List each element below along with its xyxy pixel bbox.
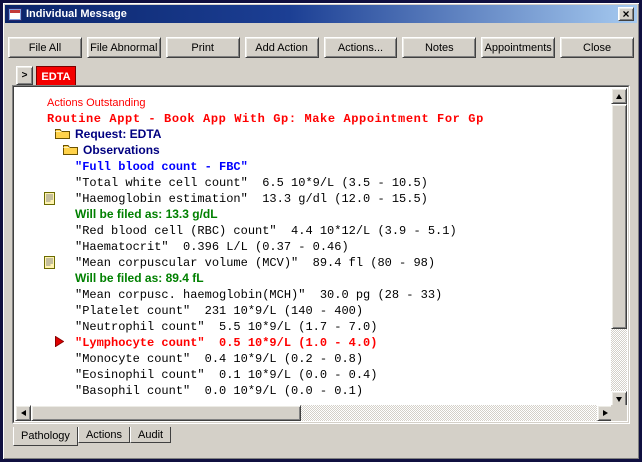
folder-icon [63,143,78,159]
tab-audit[interactable]: Audit [130,427,171,443]
bottom-tabs: Pathology Actions Audit [13,427,171,447]
arrow-icon [55,335,64,351]
report-line[interactable]: "Platelet count" 231 10*9/L (140 - 400) [15,302,613,318]
report-line-text: "Haemoglobin estimation" 13.3 g/dl (12.0… [75,191,428,207]
report-panel-border: Actions OutstandingRoutine Appt - Book A… [13,86,629,423]
horizontal-scrollbar[interactable] [15,405,613,421]
report-line-text: Will be filed as: 89.4 fL [75,270,204,286]
report-line-text: Routine Appt - Book App With Gp: Make Ap… [47,111,484,127]
scroll-left-icon[interactable] [15,405,31,421]
scrollbar-corner [611,405,627,421]
report-line-text: "Full blood count - FBC" [75,159,248,175]
report-line[interactable]: "Lymphocyte count" 0.5 10*9/L (1.0 - 4.0… [15,334,613,350]
appointments-button[interactable]: Appointments [481,37,555,58]
report-line[interactable]: "Haematocrit" 0.396 L/L (0.37 - 0.46) [15,238,613,254]
tab-actions[interactable]: Actions [78,427,130,443]
report-line[interactable]: "Eosinophil count" 0.1 10*9/L (0.0 - 0.4… [15,366,613,382]
report-line[interactable]: "Red blood cell (RBC) count" 4.4 10*12/L… [15,222,613,238]
close-icon[interactable]: × [618,7,634,21]
report-line-text: "Basophil count" 0.0 10*9/L (0.0 - 0.1) [75,383,363,399]
report-line[interactable]: Routine Appt - Book App With Gp: Make Ap… [15,110,613,126]
report-line-text: "Eosinophil count" 0.1 10*9/L (0.0 - 0.4… [75,367,377,383]
message-icon [8,8,22,21]
report-line-text: "Monocyte count" 0.4 10*9/L (0.2 - 0.8) [75,351,363,367]
report-line-text: "Lymphocyte count" 0.5 10*9/L (1.0 - 4.0… [75,335,377,351]
report-line-text: "Mean corpusc. haemoglobin(MCH)" 30.0 pg… [75,287,442,303]
file-abnormal-button[interactable]: File Abnormal [87,37,161,58]
report-line[interactable]: Will be filed as: 89.4 fL [15,270,613,286]
report-line[interactable]: "Monocyte count" 0.4 10*9/L (0.2 - 0.8) [15,350,613,366]
report-line[interactable]: Observations [15,142,613,158]
report-line[interactable]: Request: EDTA [15,126,613,142]
tab-edta[interactable]: EDTA [36,66,76,86]
report-line-text: "Red blood cell (RBC) count" 4.4 10*12/L… [75,223,457,239]
report-line-text: "Haematocrit" 0.396 L/L (0.37 - 0.46) [75,239,349,255]
titlebar[interactable]: Individual Message × [5,5,637,23]
expander-button[interactable]: > [16,66,33,85]
report-line[interactable]: "Total white cell count" 6.5 10*9/L (3.5… [15,174,613,190]
notes-button[interactable]: Notes [402,37,476,58]
report-line[interactable]: Actions Outstanding [15,94,613,110]
report-line-text: Will be filed as: 13.3 g/dL [75,206,218,222]
report-line-text: "Mean corpuscular volume (MCV)" 89.4 fl … [75,255,435,271]
tab-pathology[interactable]: Pathology [13,427,78,446]
report-line-text: "Platelet count" 231 10*9/L (140 - 400) [75,303,363,319]
window-title: Individual Message [26,8,127,20]
vertical-scroll-thumb[interactable] [611,104,627,329]
report-line[interactable]: "Full blood count - FBC" [15,158,613,174]
report-panel: Actions OutstandingRoutine Appt - Book A… [12,85,630,424]
add-action-button[interactable]: Add Action [245,37,319,58]
report-line[interactable]: "Haemoglobin estimation" 13.3 g/dl (12.0… [15,190,613,206]
report-area[interactable]: Actions OutstandingRoutine Appt - Book A… [15,88,613,407]
report-line-text: Actions Outstanding [47,95,145,111]
folder-icon [55,127,70,143]
print-button[interactable]: Print [166,37,240,58]
horizontal-scroll-thumb[interactable] [31,405,301,421]
vertical-scrollbar[interactable] [611,88,627,407]
report-line[interactable]: "Mean corpuscular volume (MCV)" 89.4 fl … [15,254,613,270]
scroll-up-icon[interactable] [611,88,627,104]
close-button[interactable]: Close [560,37,634,58]
report-line[interactable]: "Mean corpusc. haemoglobin(MCH)" 30.0 pg… [15,286,613,302]
actions-button[interactable]: Actions... [324,37,398,58]
report-line-text: "Neutrophil count" 5.5 10*9/L (1.7 - 7.0… [75,319,377,335]
report-line-text: Request: EDTA [75,126,161,142]
report-line-text: "Total white cell count" 6.5 10*9/L (3.5… [75,175,428,191]
report-line[interactable]: Will be filed as: 13.3 g/dL [15,206,613,222]
report-line[interactable]: "Basophil count" 0.0 10*9/L (0.0 - 0.1) [15,382,613,398]
report-line-text: Observations [83,142,160,158]
report-line[interactable]: "Neutrophil count" 5.5 10*9/L (1.7 - 7.0… [15,318,613,334]
individual-message-window: Individual Message × File All File Abnor… [0,0,642,462]
file-all-button[interactable]: File All [8,37,82,58]
toolbar: File All File Abnormal Print Add Action … [8,37,634,58]
